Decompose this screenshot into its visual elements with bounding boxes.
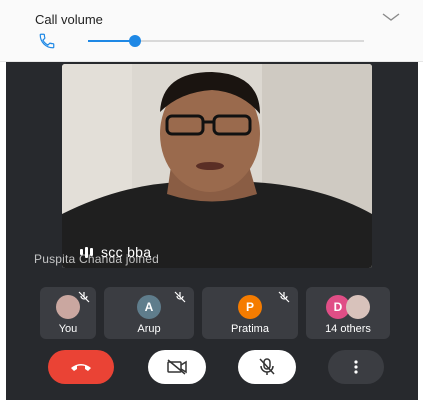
avatar [56,295,80,319]
mic-off-icon [259,358,275,375]
call-volume-panel: Call volume [0,0,423,62]
participant-label: Pratima [231,323,269,335]
mic-off-icon [174,291,186,303]
participant-you[interactable]: You [40,287,96,339]
avatar-group: D [326,295,370,319]
avatar [346,295,370,319]
more-vert-icon [354,360,358,374]
chevron-down-icon[interactable] [382,12,400,22]
participant-label: 14 others [325,323,371,335]
participant-label: You [58,323,78,335]
avatar: P [238,295,262,319]
hang-up-icon [71,364,91,371]
camera-toggle-button[interactable] [148,350,206,384]
mic-toggle-button[interactable] [238,350,296,384]
call-controls [6,350,418,386]
end-call-button[interactable] [48,350,114,384]
phone-icon [39,33,55,49]
camera-off-icon [167,359,187,375]
participant-arup[interactable]: A Arup [104,287,194,339]
participant-label: Arup [137,323,161,335]
participant-pratima[interactable]: P Pratima [202,287,298,339]
mic-off-icon [278,291,290,303]
participant-others[interactable]: D 14 others [306,287,390,339]
mic-off-icon [78,291,90,303]
more-options-button[interactable] [328,350,384,384]
volume-slider-fill [88,40,135,42]
call-area: scc bba Puspita Chanda joined You A Arup [6,62,418,400]
volume-slider[interactable] [88,35,364,47]
call-volume-title: Call volume [35,12,103,27]
speaker-video-image [62,64,372,268]
join-notification: Puspita Chanda joined [34,252,159,266]
avatar: A [137,295,161,319]
volume-slider-thumb[interactable] [128,35,141,47]
main-video-tile[interactable] [62,64,372,268]
